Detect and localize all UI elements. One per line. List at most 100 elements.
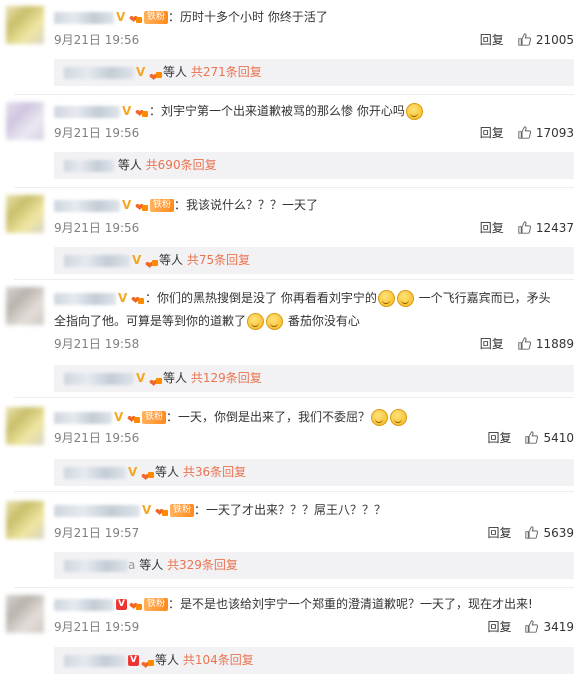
like-count: 3419 xyxy=(543,620,574,634)
v-badge-icon: V xyxy=(142,503,152,517)
reply-button[interactable]: 回复 xyxy=(487,620,511,634)
reply-button[interactable]: 回复 xyxy=(480,126,504,140)
more-replies-link[interactable]: 共36条回复 xyxy=(183,465,246,479)
v-badge-icon: V xyxy=(116,10,126,24)
sub-username xyxy=(64,466,126,479)
reply-button[interactable]: 回复 xyxy=(487,431,511,445)
v-badge-icon: V xyxy=(122,198,132,212)
sub-username xyxy=(64,372,134,385)
fan-badge: 铁粉 xyxy=(144,598,169,611)
sad-emoji-icon xyxy=(371,409,389,426)
thumbs-up-icon[interactable] xyxy=(518,125,531,139)
comment-item: V 铁粉：我该说什么？？？一天了 9月21日 19:56 回复 12437 V 等人 … xyxy=(0,189,588,279)
username[interactable] xyxy=(54,411,112,424)
comment-text: ：我该说什么？？？一天了 xyxy=(174,198,319,212)
username[interactable] xyxy=(54,11,114,24)
thumbs-up-icon[interactable] xyxy=(518,32,531,46)
comment-text: ：是不是也该给刘宇宁一个郑重的澄清道歉呢？一天了，现在才出来! xyxy=(168,597,533,611)
like-count: 12437 xyxy=(535,221,574,235)
comment-item: V 铁粉：历时十多个小时 你终于活了 9月21日 19:56 回复 21005 V 等… xyxy=(0,0,588,94)
sub-username xyxy=(64,159,114,172)
smile-emoji-icon xyxy=(405,103,423,120)
sad-emoji-icon xyxy=(390,409,408,426)
username[interactable] xyxy=(54,199,120,212)
heart-badge-icon xyxy=(129,9,143,31)
comment-time: 9月21日 19:56 xyxy=(54,431,140,445)
sub-replies[interactable]: 等人 共690条回复 xyxy=(54,152,574,179)
reply-button[interactable]: 回复 xyxy=(480,337,504,351)
reply-button[interactable]: 回复 xyxy=(487,526,511,540)
sub-username-tail: a xyxy=(128,558,136,572)
thumbs-up-icon[interactable] xyxy=(525,525,539,539)
heart-badge-icon xyxy=(145,252,159,279)
comment-item: V ：刘宇宁第一个出来道歉被骂的那么惨 你开心吗 9月21日 19:56 回复 17… xyxy=(0,96,588,188)
sub-username xyxy=(64,254,130,267)
comment-item: V 铁粉：是不是也该给刘宇宁一个郑重的澄清道歉呢？一天了，现在才出来! 9月21日… xyxy=(0,589,588,682)
username[interactable] xyxy=(54,504,140,517)
more-replies-link[interactable]: 共129条回复 xyxy=(191,371,262,385)
more-replies-link[interactable]: 共104条回复 xyxy=(183,653,254,667)
comment-text-cont: 全指向了他。可算是等到你的道歉了 xyxy=(54,314,247,328)
avatar[interactable] xyxy=(6,287,44,325)
heart-badge-icon xyxy=(149,64,163,91)
comment-item: V 铁粉：一天了才出来？？？屌王八？？？ 9月21日 19:57 回复 5639 a… xyxy=(0,493,588,587)
comment-time: 9月21日 19:56 xyxy=(54,33,140,47)
divider xyxy=(14,94,574,95)
thumbs-up-icon[interactable] xyxy=(525,430,539,444)
sub-text: 等人 xyxy=(155,465,180,479)
heart-badge-icon xyxy=(135,197,149,219)
thumbs-up-icon[interactable] xyxy=(518,336,531,350)
avatar[interactable] xyxy=(6,195,44,233)
sub-replies[interactable]: V 等人 共75条回复 xyxy=(54,247,574,279)
like-count: 17093 xyxy=(535,126,574,140)
smile-emoji-icon xyxy=(396,290,414,307)
username[interactable] xyxy=(54,598,114,611)
v-badge-icon: V xyxy=(114,410,124,424)
comment-time: 9月21日 19:56 xyxy=(54,126,140,140)
thumbs-up-icon[interactable] xyxy=(518,220,531,234)
v-badge-icon: V xyxy=(136,65,146,79)
comment-text: ：刘宇宁第一个出来道歉被骂的那么惨 你开心吗 xyxy=(149,104,405,118)
smile-emoji-icon xyxy=(247,313,265,330)
username[interactable] xyxy=(54,105,120,118)
heart-badge-icon xyxy=(129,596,143,618)
sub-username xyxy=(64,559,128,572)
avatar[interactable] xyxy=(6,595,44,633)
avatar[interactable] xyxy=(6,501,44,539)
reply-button[interactable]: 回复 xyxy=(480,33,504,47)
divider xyxy=(14,279,574,280)
comment-text: ：一天了才出来？？？屌王八？？？ xyxy=(194,503,387,517)
like-count: 5639 xyxy=(543,526,574,540)
more-replies-link[interactable]: 共690条回复 xyxy=(146,158,217,172)
more-replies-link[interactable]: 共75条回复 xyxy=(187,253,250,267)
comment-time: 9月21日 19:57 xyxy=(54,526,140,540)
divider xyxy=(14,587,574,588)
v-badge-icon: V xyxy=(128,655,139,666)
v-badge-icon: V xyxy=(128,465,138,479)
like-count: 21005 xyxy=(535,33,574,47)
comment-text: ：历时十多个小时 你终于活了 xyxy=(168,10,328,24)
v-badge-icon: V xyxy=(136,371,146,385)
sub-replies[interactable]: V 等人 共104条回复 xyxy=(54,647,574,679)
more-replies-link[interactable]: 共329条回复 xyxy=(167,558,238,572)
more-replies-link[interactable]: 共271条回复 xyxy=(191,65,262,79)
heart-badge-icon xyxy=(135,103,149,125)
thumbs-up-icon[interactable] xyxy=(525,619,539,633)
v-badge-icon: V xyxy=(122,104,132,118)
sub-replies[interactable]: V 等人 共271条回复 xyxy=(54,59,574,91)
comment-item: V ：你们的黑热搜倒是没了 你再看看刘宇宁的 一个飞行嘉宾而已，矛头 全指向了他。… xyxy=(0,281,588,397)
avatar[interactable] xyxy=(6,407,44,445)
sub-text: 等人 xyxy=(155,653,180,667)
sub-replies[interactable]: V 等人 共129条回复 xyxy=(54,365,574,397)
avatar[interactable] xyxy=(6,102,44,140)
comment-time: 9月21日 19:58 xyxy=(54,337,140,351)
sub-text: 等人 xyxy=(163,371,188,385)
reply-button[interactable]: 回复 xyxy=(480,221,504,235)
sub-username xyxy=(64,66,134,79)
divider xyxy=(14,187,574,188)
sub-replies[interactable]: a 等人 共329条回复 xyxy=(54,552,574,579)
sub-replies[interactable]: V 等人 共36条回复 xyxy=(54,459,574,491)
divider xyxy=(14,397,574,398)
avatar[interactable] xyxy=(6,6,44,44)
username[interactable] xyxy=(54,292,116,305)
